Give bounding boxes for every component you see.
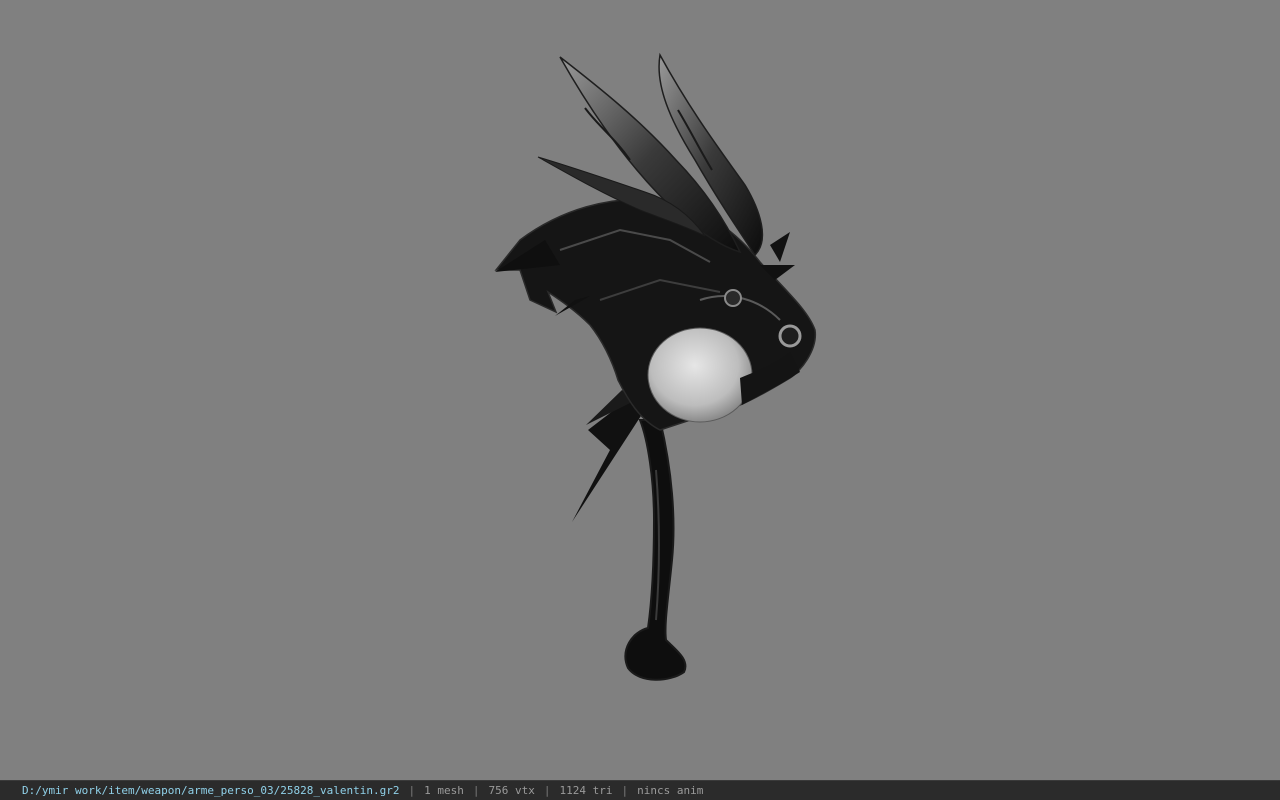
triangle-count: 1124 tri [559, 784, 613, 797]
file-path: D:/ymir work/item/weapon/arme_perso_03/2… [22, 784, 400, 797]
3d-viewport[interactable] [0, 0, 1280, 780]
mesh-count: 1 mesh [424, 784, 464, 797]
separator: | [408, 784, 416, 797]
vertex-count: 756 vtx [488, 784, 535, 797]
animation-status: nincs anim [637, 784, 704, 797]
separator: | [472, 784, 480, 797]
separator: | [543, 784, 551, 797]
dragon-axe-model-icon[interactable] [0, 0, 1280, 780]
status-bar: D:/ymir work/item/weapon/arme_perso_03/2… [0, 780, 1280, 800]
separator: | [621, 784, 629, 797]
